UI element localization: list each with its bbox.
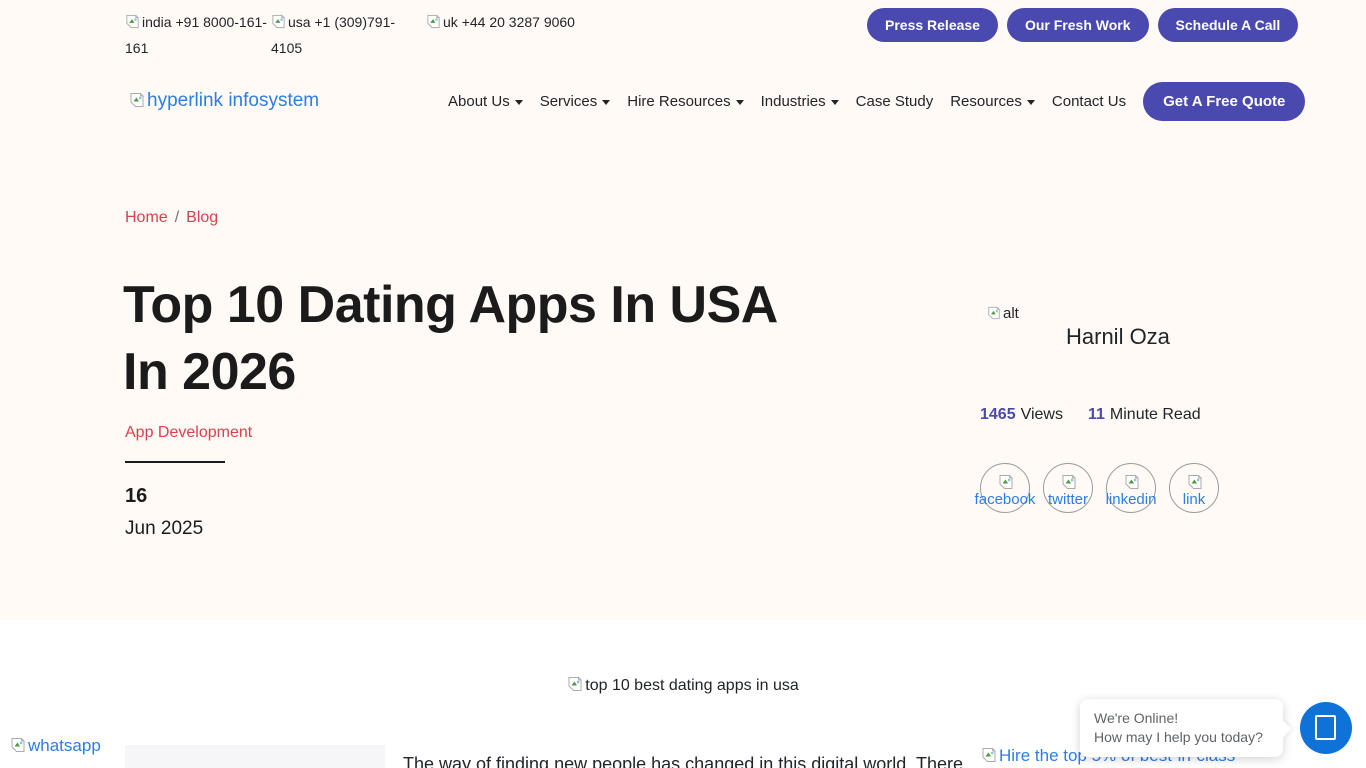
publish-date-day: 16 [125, 485, 147, 508]
nav-services[interactable]: Services [540, 93, 611, 110]
nav-hire-resources[interactable]: Hire Resources [627, 93, 743, 110]
blog-hero-image: top 10 best dating apps in usa [0, 676, 1366, 695]
breadcrumb: Home / Blog [125, 209, 218, 227]
phone-uk[interactable]: +44 20 3287 9060 [462, 14, 575, 30]
views-count: 1465 [980, 406, 1016, 423]
press-release-button[interactable]: Press Release [867, 8, 998, 42]
chevron-down-icon [1027, 100, 1035, 105]
breadcrumb-separator: / [175, 209, 179, 226]
nav-about-us[interactable]: About Us [448, 93, 523, 110]
chevron-down-icon [602, 100, 610, 105]
nav-case-study[interactable]: Case Study [856, 93, 934, 110]
breadcrumb-blog[interactable]: Blog [186, 209, 218, 226]
title-divider [125, 461, 225, 463]
contact-india: india +91 8000-161-161 [125, 10, 273, 62]
publish-date-monthyear: Jun 2025 [125, 518, 203, 540]
chat-bubble-icon [1315, 715, 1336, 740]
nav-industries[interactable]: Industries [761, 93, 839, 110]
category-link[interactable]: App Development [125, 424, 252, 442]
india-flag-alt: india [142, 14, 172, 30]
sidebar-box [125, 745, 385, 768]
page: india +91 8000-161-161 usa +1 (309)791-4… [0, 0, 1366, 768]
copy-link-share-button[interactable]: link [1169, 463, 1219, 513]
blog-hero-image-alt-text: top 10 best dating apps in usa [585, 677, 799, 694]
author-name: Harnil Oza [1066, 324, 1170, 350]
read-time-stat: 11 Minute Read [1088, 406, 1201, 424]
read-count: 11 [1088, 406, 1105, 423]
linkedin-share-button[interactable]: linkedin [1106, 463, 1156, 513]
whatsapp-button[interactable]: whatsapp [10, 736, 101, 756]
author-avatar: alt [987, 305, 1019, 322]
views-label: Views [1021, 406, 1063, 423]
article-meta: 1465 Views 11 Minute Read [980, 406, 1201, 424]
contact-uk: uk +44 20 3287 9060 [426, 10, 596, 36]
views-stat: 1465 Views [980, 406, 1063, 424]
page-title: Top 10 Dating Apps In USA In 2026 [123, 272, 903, 406]
schedule-a-call-button[interactable]: Schedule A Call [1158, 8, 1299, 42]
read-label: Minute Read [1110, 406, 1201, 423]
logo-icon [129, 92, 145, 108]
linkedin-icon [1124, 474, 1140, 490]
twitter-share-button[interactable]: twitter [1043, 463, 1093, 513]
title-line-2: In 2026 [123, 343, 296, 401]
usa-flag-icon [271, 14, 286, 29]
link-alt-text: link [1183, 491, 1206, 508]
blog-hero-image-icon [567, 676, 583, 692]
uk-flag-alt: uk [443, 14, 458, 30]
facebook-alt-text: facebook [975, 491, 1036, 508]
get-a-free-quote-button[interactable]: Get A Free Quote [1143, 82, 1305, 121]
chat-status-text: We're Online! [1094, 709, 1269, 728]
hire-banner-icon [981, 747, 997, 763]
chevron-down-icon [736, 100, 744, 105]
chevron-down-icon [515, 100, 523, 105]
chat-message-text: How may I help you today? [1094, 728, 1269, 747]
twitter-alt-text: twitter [1048, 491, 1088, 508]
nav-resources[interactable]: Resources [950, 93, 1035, 110]
nav-contact-us[interactable]: Contact Us [1052, 93, 1126, 110]
link-icon [1187, 474, 1203, 490]
logo-link[interactable]: hyperlink infosystem [129, 90, 319, 112]
india-flag-icon [125, 14, 140, 29]
chevron-down-icon [831, 100, 839, 105]
facebook-share-button[interactable]: facebook [980, 463, 1030, 513]
facebook-icon [998, 474, 1014, 490]
breadcrumb-home[interactable]: Home [125, 209, 168, 226]
share-buttons: facebook twitter linkedin link [980, 463, 1219, 513]
title-line-1: Top 10 Dating Apps In USA [123, 276, 778, 334]
avatar-alt-text: alt [1003, 305, 1019, 322]
whatsapp-alt-text: whatsapp [28, 736, 101, 755]
chat-launcher-button[interactable] [1300, 702, 1352, 754]
uk-flag-icon [426, 14, 441, 29]
topbar-buttons: Press Release Our Fresh Work Schedule A … [867, 8, 1298, 42]
linkedin-alt-text: linkedin [1106, 491, 1157, 508]
twitter-icon [1061, 474, 1077, 490]
whatsapp-icon [10, 737, 26, 753]
chat-tooltip[interactable]: We're Online! How may I help you today? [1080, 699, 1283, 757]
usa-flag-alt: usa [288, 14, 311, 30]
our-fresh-work-button[interactable]: Our Fresh Work [1007, 8, 1149, 42]
contact-usa: usa +1 (309)791-4105 [271, 10, 405, 62]
avatar-icon [987, 306, 1001, 320]
logo-alt-text: hyperlink infosystem [147, 90, 319, 111]
main-nav: About Us Services Hire Resources Industr… [448, 81, 1305, 122]
